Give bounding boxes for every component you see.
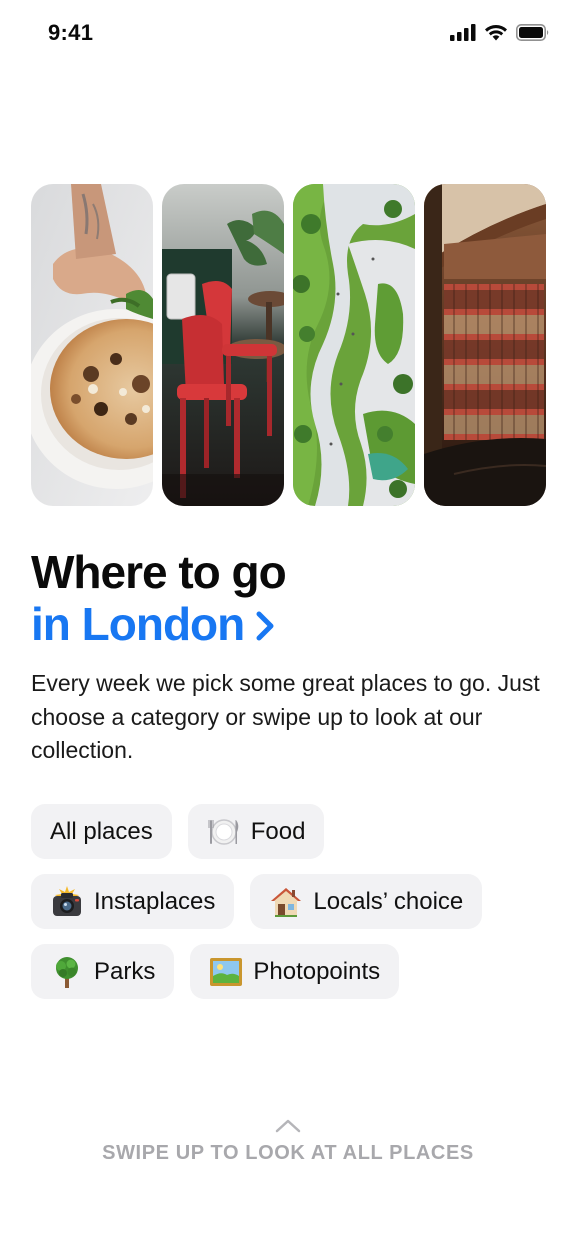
chip-photopoints[interactable]: Photopoints: [190, 944, 400, 999]
photo-red-chairs[interactable]: [162, 184, 284, 506]
status-icons: [450, 24, 550, 41]
intro-description: Every week we pick some great places to …: [31, 670, 540, 763]
battery-icon: [516, 24, 549, 41]
photo-park-aerial[interactable]: [293, 184, 415, 506]
chip-label: Instaplaces: [94, 887, 216, 915]
wifi-icon: [485, 25, 507, 41]
photo-library[interactable]: [424, 184, 546, 506]
photo-pizza[interactable]: [31, 184, 153, 506]
chip-locals-choice[interactable]: Locals’ choice: [250, 874, 483, 929]
category-chips: All places Food Instaplaces Locals’ choi…: [31, 804, 551, 1014]
tree-icon: [50, 955, 84, 989]
chip-row: Parks Photopoints: [31, 944, 551, 999]
title-line-1: Where to go: [31, 546, 287, 598]
chip-instaplaces[interactable]: Instaplaces: [31, 874, 235, 929]
chip-row: Instaplaces Locals’ choice: [31, 874, 551, 929]
chevron-up-icon: [275, 1119, 301, 1133]
page-title: Where to go in London: [31, 546, 287, 650]
chip-label: All places: [50, 817, 153, 845]
chevron-right-icon: [256, 611, 274, 641]
plate-icon: [207, 815, 241, 849]
status-time: 9:41: [48, 20, 94, 45]
photo-gallery: [31, 184, 546, 506]
camera-flash-icon: [50, 885, 84, 919]
status-bar: 9:41: [0, 0, 576, 68]
chip-row: All places Food: [31, 804, 551, 859]
chip-label: Photopoints: [253, 957, 381, 985]
chip-label: Locals’ choice: [313, 887, 464, 915]
framed-picture-icon: [209, 955, 243, 989]
cellular-signal-icon: [450, 24, 476, 41]
city-name: in London: [31, 598, 245, 650]
chip-label: Parks: [94, 957, 156, 985]
city-selector-link[interactable]: in London: [31, 598, 286, 650]
swipe-up-hint[interactable]: SWIPE UP TO LOOK AT ALL PLACES: [0, 1118, 576, 1165]
house-icon: [269, 885, 303, 919]
chip-all-places[interactable]: All places: [31, 804, 172, 859]
chip-food[interactable]: Food: [187, 804, 325, 859]
chip-label: Food: [250, 817, 306, 845]
swipe-up-label: SWIPE UP TO LOOK AT ALL PLACES: [102, 1142, 474, 1164]
chip-parks[interactable]: Parks: [31, 944, 175, 999]
